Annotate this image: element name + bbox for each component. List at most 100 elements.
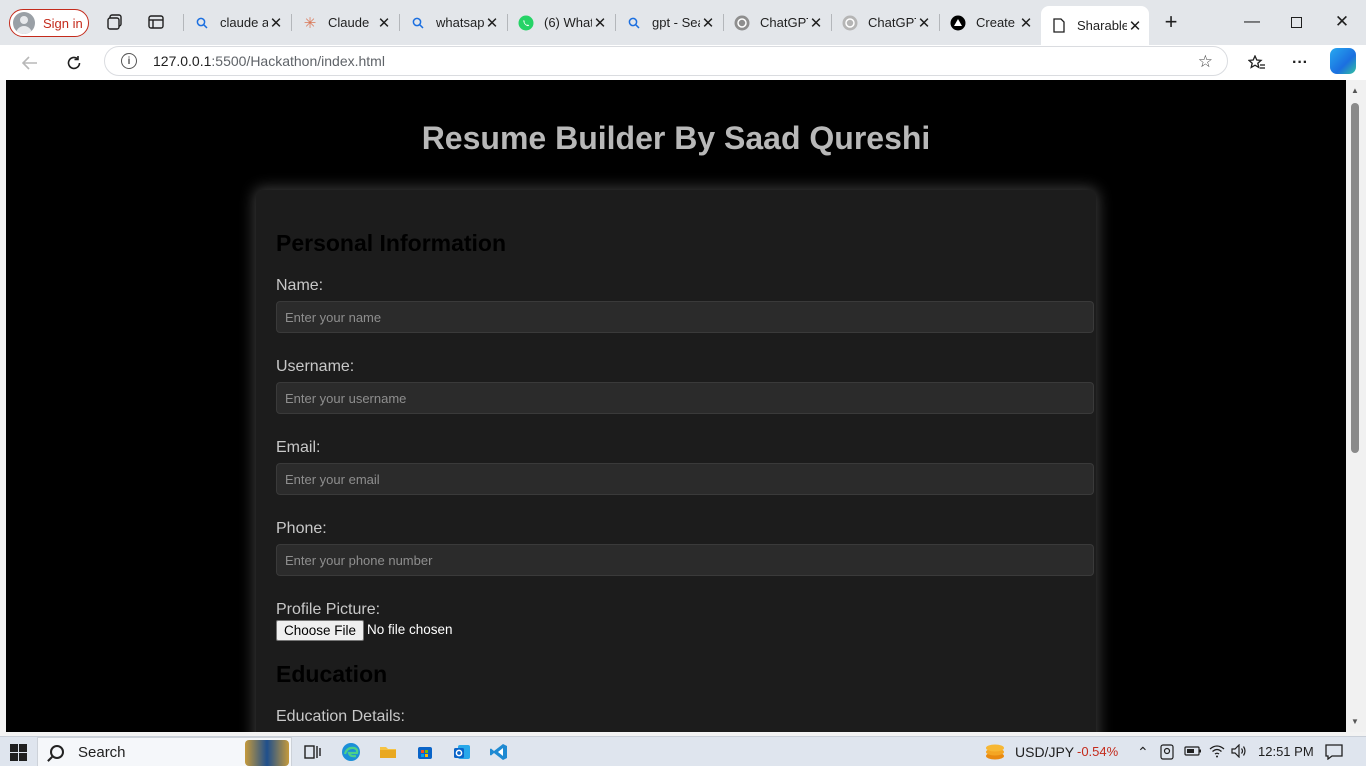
file-status-text: No file chosen — [367, 622, 453, 637]
ticker-change: -0.54% — [1077, 744, 1119, 759]
microsoft-store-icon[interactable] — [415, 742, 435, 762]
close-tab-icon[interactable]: ✕ — [376, 15, 392, 32]
name-label: Name: — [276, 277, 324, 294]
clock-time[interactable]: 12:51 PM — [1258, 744, 1314, 759]
search-highlight-image — [245, 740, 289, 766]
tab-whatsapp[interactable]: (6) What ✕ — [508, 8, 614, 37]
settings-more-icon[interactable]: ··· — [1286, 49, 1314, 77]
name-input[interactable] — [276, 301, 1094, 333]
chatgpt-icon — [734, 15, 750, 31]
notifications-icon[interactable] — [1325, 744, 1343, 763]
taskbar-search-label: Search — [78, 743, 126, 761]
scroll-down-arrow-icon[interactable]: ▼ — [1351, 717, 1359, 726]
ticker-symbol: USD/JPY — [1015, 744, 1075, 760]
battery-icon[interactable] — [1184, 744, 1202, 761]
tab-title: (6) What — [544, 15, 592, 30]
task-view-icon[interactable] — [302, 742, 322, 762]
claude-icon: ✳ — [303, 14, 317, 32]
new-tab-plus-icon[interactable]: + — [1161, 9, 1181, 34]
close-tab-icon[interactable]: ✕ — [700, 15, 716, 32]
tab-strip: Sign in claude ai ✕ ✳ Claude ✕ whatsapp … — [0, 0, 1366, 45]
taskbar-search-box[interactable]: Search — [37, 737, 292, 766]
tab-title: Sharable — [1077, 18, 1127, 33]
tab-whatsapp-search[interactable]: whatsapp ✕ — [400, 8, 506, 37]
tab-chatgpt-2[interactable]: ChatGPT ✕ — [832, 8, 938, 37]
tab-title: ChatGPT — [760, 15, 808, 30]
chatgpt-icon — [842, 15, 858, 31]
edge-browser-icon[interactable] — [341, 742, 361, 762]
education-heading: Education — [276, 661, 388, 687]
favorites-icon[interactable] — [1243, 49, 1271, 77]
camera-app-icon[interactable] — [1160, 744, 1174, 763]
close-tab-icon[interactable]: ✕ — [268, 15, 284, 32]
tab-title: gpt - Sea — [652, 15, 700, 30]
outlook-icon[interactable] — [452, 742, 472, 762]
windows-start-icon[interactable] — [10, 744, 27, 761]
tab-title: claude ai — [220, 15, 268, 30]
close-tab-icon[interactable]: ✕ — [1127, 18, 1143, 35]
close-tab-icon[interactable]: ✕ — [1018, 15, 1034, 32]
page-viewport: Resume Builder By Saad Qureshi Personal … — [6, 80, 1346, 732]
volume-icon[interactable] — [1231, 743, 1247, 761]
address-bar[interactable]: i 127.0.0.1:5500/Hackathon/index.html ☆ — [104, 46, 1228, 76]
windows-taskbar: Search USD/JPY -0.54% ⌃ 12:51 PM — [0, 736, 1366, 766]
profile-avatar-icon — [13, 12, 35, 34]
resume-form: Personal Information Name: Username: Ema… — [256, 190, 1096, 732]
close-tab-icon[interactable]: ✕ — [484, 15, 500, 32]
page-icon — [1051, 18, 1067, 34]
workspaces-icon[interactable] — [105, 12, 125, 32]
tab-claude-ai-search[interactable]: claude ai ✕ — [184, 8, 290, 37]
search-icon — [626, 15, 642, 31]
url-path: :5500/Hackathon/index.html — [211, 53, 385, 69]
wifi-icon[interactable] — [1209, 744, 1225, 761]
minimize-icon[interactable]: — — [1237, 9, 1267, 35]
close-window-icon[interactable]: ✕ — [1327, 9, 1357, 35]
url-text: 127.0.0.1:5500/Hackathon/index.html — [153, 53, 385, 69]
close-tab-icon[interactable]: ✕ — [916, 15, 932, 32]
page-scrollbar[interactable]: ▲ ▼ — [1346, 80, 1366, 732]
site-info-icon[interactable]: i — [121, 53, 137, 69]
phone-input[interactable] — [276, 544, 1094, 576]
tab-title: Create N — [976, 15, 1018, 30]
phone-label: Phone: — [276, 520, 327, 537]
personal-info-heading: Personal Information — [276, 230, 507, 256]
tab-chatgpt-1[interactable]: ChatGPT ✕ — [724, 8, 830, 37]
close-tab-icon[interactable]: ✕ — [592, 15, 608, 32]
tab-gpt-search[interactable]: gpt - Sea ✕ — [616, 8, 722, 37]
close-tab-icon[interactable]: ✕ — [808, 15, 824, 32]
browser-toolbar: i 127.0.0.1:5500/Hackathon/index.html ☆ … — [0, 45, 1366, 80]
username-input[interactable] — [276, 382, 1094, 414]
maximize-icon[interactable] — [1281, 9, 1311, 35]
tab-sharable-active[interactable]: Sharable ✕ — [1041, 6, 1149, 45]
email-input[interactable] — [276, 463, 1094, 495]
sign-in-label: Sign in — [43, 15, 83, 31]
vscode-icon[interactable] — [489, 742, 509, 762]
show-hidden-icons-chevron-icon[interactable]: ⌃ — [1137, 744, 1149, 761]
search-icon — [410, 15, 426, 31]
search-icon — [194, 15, 210, 31]
back-arrow-icon[interactable] — [16, 49, 44, 77]
username-label: Username: — [276, 358, 355, 375]
email-label: Email: — [276, 439, 321, 456]
tab-create-next[interactable]: Create N ✕ — [940, 8, 1040, 37]
stock-ticker-icon[interactable] — [984, 742, 1004, 762]
vercel-icon — [950, 15, 966, 31]
scroll-up-arrow-icon[interactable]: ▲ — [1351, 86, 1359, 95]
search-icon — [50, 745, 64, 759]
profile-picture-label: Profile Picture: — [276, 601, 381, 618]
scrollbar-thumb[interactable] — [1351, 103, 1359, 453]
file-explorer-icon[interactable] — [378, 742, 398, 762]
refresh-icon[interactable] — [60, 49, 88, 77]
sign-in-button[interactable]: Sign in — [9, 9, 89, 37]
tab-title: ChatGPT — [868, 15, 916, 30]
copilot-icon[interactable] — [1330, 48, 1356, 74]
tab-title: whatsapp — [436, 15, 484, 30]
page-title: Resume Builder By Saad Qureshi — [421, 120, 931, 156]
choose-file-button[interactable]: Choose File — [276, 620, 365, 641]
whatsapp-icon — [518, 15, 534, 31]
favorite-star-icon[interactable]: ☆ — [1198, 52, 1213, 72]
url-host: 127.0.0.1 — [153, 53, 212, 69]
education-details-label: Education Details: — [276, 708, 405, 725]
tab-claude[interactable]: ✳ Claude ✕ — [292, 8, 398, 37]
tab-actions-icon[interactable] — [146, 12, 166, 32]
